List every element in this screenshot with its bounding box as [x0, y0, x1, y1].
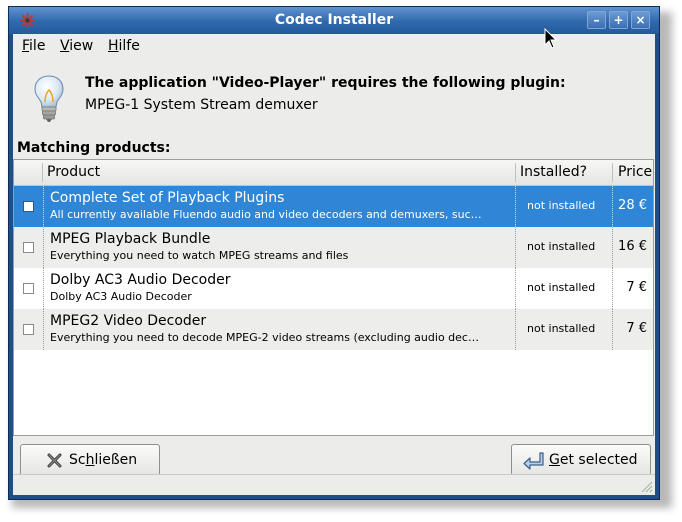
- product-description: All currently available Fluendo audio an…: [50, 208, 482, 221]
- column-header-product[interactable]: Product: [47, 164, 100, 180]
- column-divider: [612, 268, 613, 309]
- column-divider: [43, 227, 44, 268]
- dialog-body: File View Hilfe The application "Video-P…: [13, 34, 655, 495]
- close-button[interactable]: Schließen: [20, 444, 160, 476]
- column-header-price[interactable]: Price: [618, 164, 652, 180]
- menu-bar: File View Hilfe: [13, 34, 655, 58]
- product-description: Dolby AC3 Audio Decoder: [50, 290, 192, 303]
- header-separator: [42, 163, 43, 182]
- product-price: 16 €: [618, 239, 647, 254]
- table-header: Product Installed? Price: [14, 160, 653, 186]
- get-label-post: et selected: [559, 452, 638, 468]
- product-name: Complete Set of Playback Plugins: [50, 190, 285, 206]
- resize-grip-icon[interactable]: [639, 479, 653, 493]
- close-x-icon: [47, 453, 62, 468]
- product-price: 28 €: [618, 198, 647, 213]
- get-selected-label: Get selected: [549, 452, 638, 468]
- table-row[interactable]: Dolby AC3 Audio Decoder Dolby AC3 Audio …: [14, 268, 653, 309]
- close-button-label: Schließen: [69, 452, 137, 468]
- install-status: not installed: [527, 281, 596, 294]
- menu-view-label: iew: [69, 38, 94, 54]
- menu-help-mnemonic: H: [108, 38, 119, 54]
- window-title: Codec Installer: [274, 12, 394, 28]
- product-checkbox[interactable]: [23, 201, 34, 212]
- column-header-installed[interactable]: Installed?: [520, 164, 587, 180]
- product-description: Everything you need to watch MPEG stream…: [50, 249, 349, 262]
- header-separator: [515, 163, 516, 182]
- product-checkbox[interactable]: [23, 242, 34, 253]
- close-window-button[interactable]: ×: [631, 11, 650, 29]
- menu-file-mnemonic: F: [22, 38, 30, 54]
- column-divider: [515, 186, 516, 227]
- menu-file[interactable]: File: [22, 38, 45, 54]
- table-row[interactable]: Complete Set of Playback Plugins All cur…: [14, 186, 653, 227]
- column-divider: [43, 186, 44, 227]
- product-checkbox[interactable]: [23, 283, 34, 294]
- maximize-button[interactable]: +: [609, 11, 628, 29]
- plugin-request-headline: The application "Video-Player" requires …: [85, 75, 566, 91]
- product-name: MPEG2 Video Decoder: [50, 313, 207, 329]
- menu-help[interactable]: Hilfe: [108, 38, 140, 54]
- install-status: not installed: [527, 322, 596, 335]
- install-status: not installed: [527, 240, 596, 253]
- get-selected-button[interactable]: Get selected: [511, 444, 651, 476]
- header-separator: [612, 163, 613, 182]
- status-bar: [13, 474, 655, 495]
- product-name: Dolby AC3 Audio Decoder: [50, 272, 231, 288]
- title-bar[interactable]: Codec Installer – + ×: [9, 7, 659, 34]
- close-label-pre: Sc: [69, 452, 86, 468]
- install-status: not installed: [527, 199, 596, 212]
- mouse-pointer-icon: [544, 28, 558, 49]
- get-label-mnemonic: G: [549, 452, 560, 468]
- product-price: 7 €: [626, 280, 647, 295]
- plugin-name: MPEG-1 System Stream demuxer: [85, 97, 318, 113]
- minimize-button[interactable]: –: [587, 11, 606, 29]
- product-price: 7 €: [626, 321, 647, 336]
- products-table: Product Installed? Price Complete Set of…: [13, 159, 654, 436]
- product-checkbox[interactable]: [23, 324, 34, 335]
- column-divider: [612, 227, 613, 268]
- menu-view[interactable]: View: [60, 38, 93, 54]
- product-name: MPEG Playback Bundle: [50, 231, 211, 247]
- table-row[interactable]: MPEG2 Video Decoder Everything you need …: [14, 309, 653, 350]
- column-divider: [43, 268, 44, 309]
- table-row[interactable]: MPEG Playback Bundle Everything you need…: [14, 227, 653, 268]
- menu-view-mnemonic: V: [60, 38, 70, 54]
- return-arrow-icon: [523, 452, 544, 470]
- column-divider: [515, 268, 516, 309]
- lightbulb-info-icon: [34, 75, 64, 122]
- column-divider: [515, 227, 516, 268]
- matching-products-label: Matching products:: [17, 140, 171, 156]
- product-description: Everything you need to decode MPEG-2 vid…: [50, 331, 479, 344]
- column-divider: [612, 309, 613, 350]
- close-label-post: ließen: [94, 452, 138, 468]
- menu-help-label: ilfe: [118, 38, 140, 54]
- menu-file-label: ile: [29, 38, 46, 54]
- column-divider: [612, 186, 613, 227]
- column-divider: [515, 309, 516, 350]
- codec-installer-window: Codec Installer – + × File View Hilfe Th…: [8, 6, 660, 500]
- column-divider: [43, 309, 44, 350]
